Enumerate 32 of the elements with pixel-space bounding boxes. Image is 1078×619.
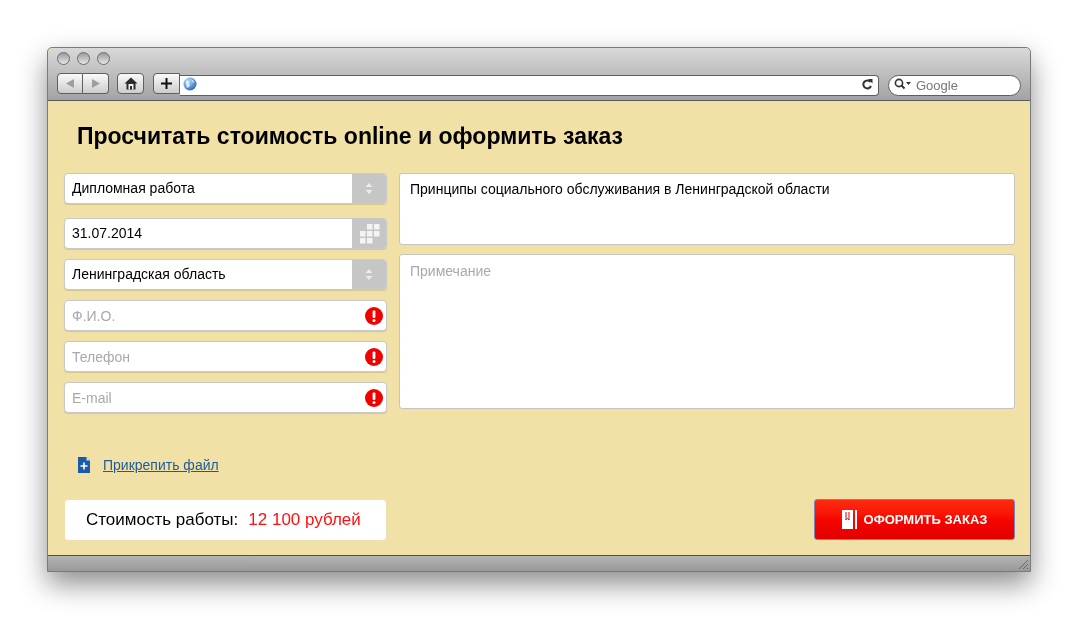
- price-label: Стоимость работы:: [86, 509, 239, 532]
- home-icon: [123, 77, 138, 90]
- attach-file-link[interactable]: Прикрепить файл: [103, 456, 219, 474]
- sort-arrows-icon: [352, 260, 386, 289]
- left-arrow-icon: [66, 79, 74, 88]
- resize-grip-icon[interactable]: [1018, 559, 1029, 570]
- notebook-icon: [841, 510, 857, 529]
- input-field[interactable]: Ф.И.О.: [64, 300, 387, 331]
- search-icon[interactable]: [894, 77, 912, 90]
- window-button[interactable]: [77, 52, 90, 65]
- input-field[interactable]: E-mail: [64, 382, 387, 413]
- file-plus-icon: [78, 457, 90, 473]
- date-field[interactable]: 31.07.2014: [64, 218, 387, 249]
- text-area[interactable]: Принципы социального обслуживания в Ленинградской области: [399, 173, 1015, 245]
- right-arrow-icon: [91, 79, 100, 88]
- reload-icon[interactable]: [862, 77, 873, 90]
- search-field[interactable]: Google: [888, 75, 1021, 96]
- page-title: Просчитать стоимость online и оформить заказ: [77, 122, 624, 150]
- home-button[interactable]: [117, 73, 144, 94]
- add-bookmark-button[interactable]: [153, 73, 180, 94]
- price-value: 12 100 рублей: [248, 509, 361, 532]
- input-field[interactable]: Телефон: [64, 341, 387, 372]
- globe-icon: [183, 76, 197, 91]
- window-button[interactable]: [97, 52, 110, 65]
- submit-order-button[interactable]: ОФОРМИТЬ ЗАКАЗ: [814, 499, 1015, 540]
- sort-arrows-icon: [352, 174, 386, 203]
- address-field[interactable]: [180, 74, 879, 96]
- dropdown[interactable]: Ленинградская область: [64, 259, 387, 290]
- dropdown[interactable]: Дипломная работа: [64, 173, 387, 204]
- text-area[interactable]: Примечание: [399, 254, 1015, 409]
- window-button[interactable]: [57, 52, 70, 65]
- plus-icon: [161, 78, 172, 89]
